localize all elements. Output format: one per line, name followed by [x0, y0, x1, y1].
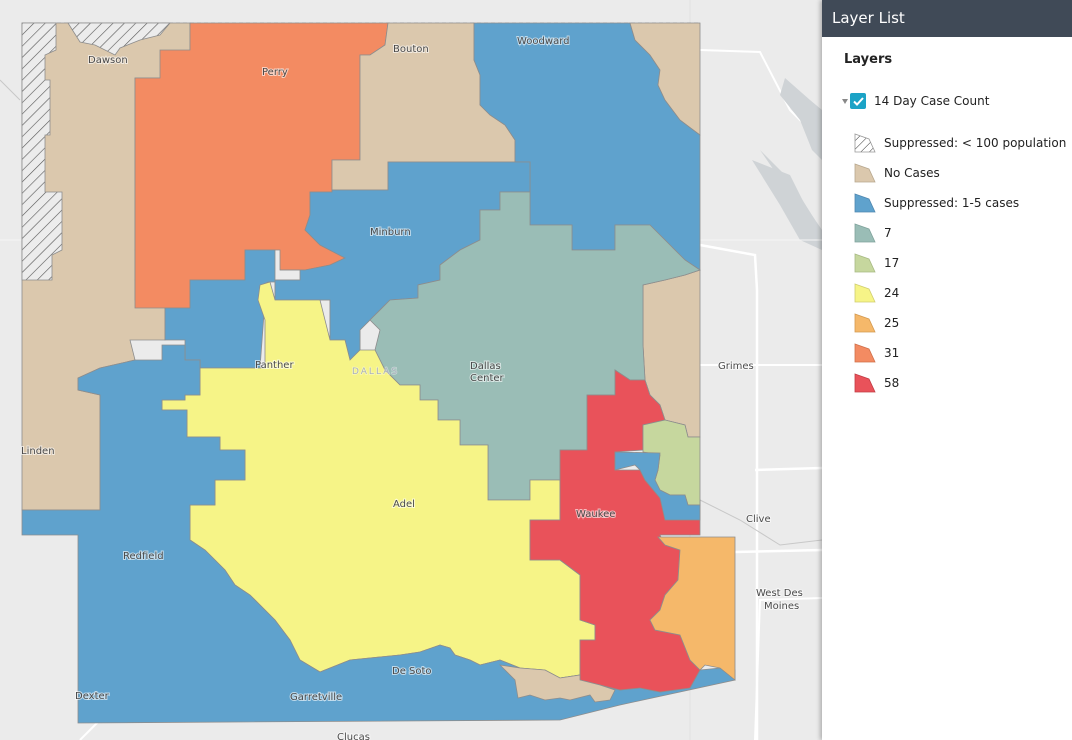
layer-name: 14 Day Case Count [874, 94, 990, 108]
expand-caret-icon[interactable] [842, 98, 848, 104]
lake [780, 78, 822, 160]
county-label: DALLAS [352, 367, 399, 377]
place-label-dexter: Dexter [75, 691, 110, 702]
legend-label: Suppressed: 1-5 cases [884, 196, 1020, 210]
legend-label: Suppressed: < 100 population [884, 136, 1067, 150]
legend-swatch-hatch-icon [854, 133, 876, 153]
legend-swatch-icon [854, 163, 876, 183]
place-label-moines: Moines [764, 601, 799, 612]
legend-swatch-icon [854, 223, 876, 243]
place-label-grimes: Grimes [718, 361, 754, 372]
reservoir [752, 160, 822, 250]
legend-item: Suppressed: 1-5 cases [854, 188, 1066, 218]
legend-label: 31 [884, 346, 900, 360]
place-label-dawson: Dawson [88, 55, 128, 66]
legend-item: 58 [854, 368, 1066, 398]
place-label-waukee: Waukee [576, 509, 615, 520]
legend-swatch-icon [854, 373, 876, 393]
place-label-linden: Linden [21, 446, 55, 457]
layer-list-panel: Layer List Layers 14 Day Case Count Supp… [822, 0, 1072, 740]
layer-legend: Suppressed: < 100 population No Cases Su… [854, 128, 1066, 398]
place-label-adel: Adel [393, 499, 415, 510]
place-label-de-soto: De Soto [392, 666, 432, 677]
place-label-garretville: Garretville [290, 692, 342, 703]
legend-item: 17 [854, 248, 1066, 278]
place-label-clive: Clive [746, 514, 771, 525]
checkmark-icon [852, 96, 864, 106]
legend-swatch-icon [854, 343, 876, 363]
map-view[interactable]: Dawson Perry Bouton Woodward Minburn Pan… [0, 0, 822, 740]
legend-label: No Cases [884, 166, 940, 180]
panel-title: Layer List [822, 0, 1072, 37]
place-label-perry: Perry [262, 67, 288, 78]
legend-item: 31 [854, 338, 1066, 368]
legend-item: 25 [854, 308, 1066, 338]
legend-label: 17 [884, 256, 900, 270]
legend-item: 7 [854, 218, 1066, 248]
layers-section-title: Layers [844, 52, 893, 67]
legend-label: 58 [884, 376, 900, 390]
place-label-woodward: Woodward [517, 36, 569, 47]
legend-label: 25 [884, 316, 900, 330]
layer-visibility-checkbox[interactable] [850, 93, 866, 109]
place-label-clucas: Clucas [337, 732, 370, 740]
legend-swatch-icon [854, 283, 876, 303]
legend-label: 24 [884, 286, 900, 300]
legend-item: 24 [854, 278, 1066, 308]
place-label-panther: Panther [255, 360, 294, 371]
layer-item-14-day-case-count[interactable]: 14 Day Case Count [842, 92, 989, 110]
place-label-center: Center [470, 373, 505, 384]
legend-swatch-icon [854, 313, 876, 333]
legend-swatch-icon [854, 253, 876, 273]
place-label-west-des: West Des [756, 588, 803, 599]
legend-swatch-icon [854, 193, 876, 213]
legend-item: No Cases [854, 158, 1066, 188]
choropleth-map[interactable]: Dawson Perry Bouton Woodward Minburn Pan… [0, 0, 822, 740]
place-label-bouton: Bouton [393, 44, 429, 55]
place-label-dallas: Dallas [470, 361, 501, 372]
legend-item: Suppressed: < 100 population [854, 128, 1066, 158]
place-label-redfield: Redfield [123, 551, 164, 562]
place-label-minburn: Minburn [370, 227, 411, 238]
legend-label: 7 [884, 226, 892, 240]
